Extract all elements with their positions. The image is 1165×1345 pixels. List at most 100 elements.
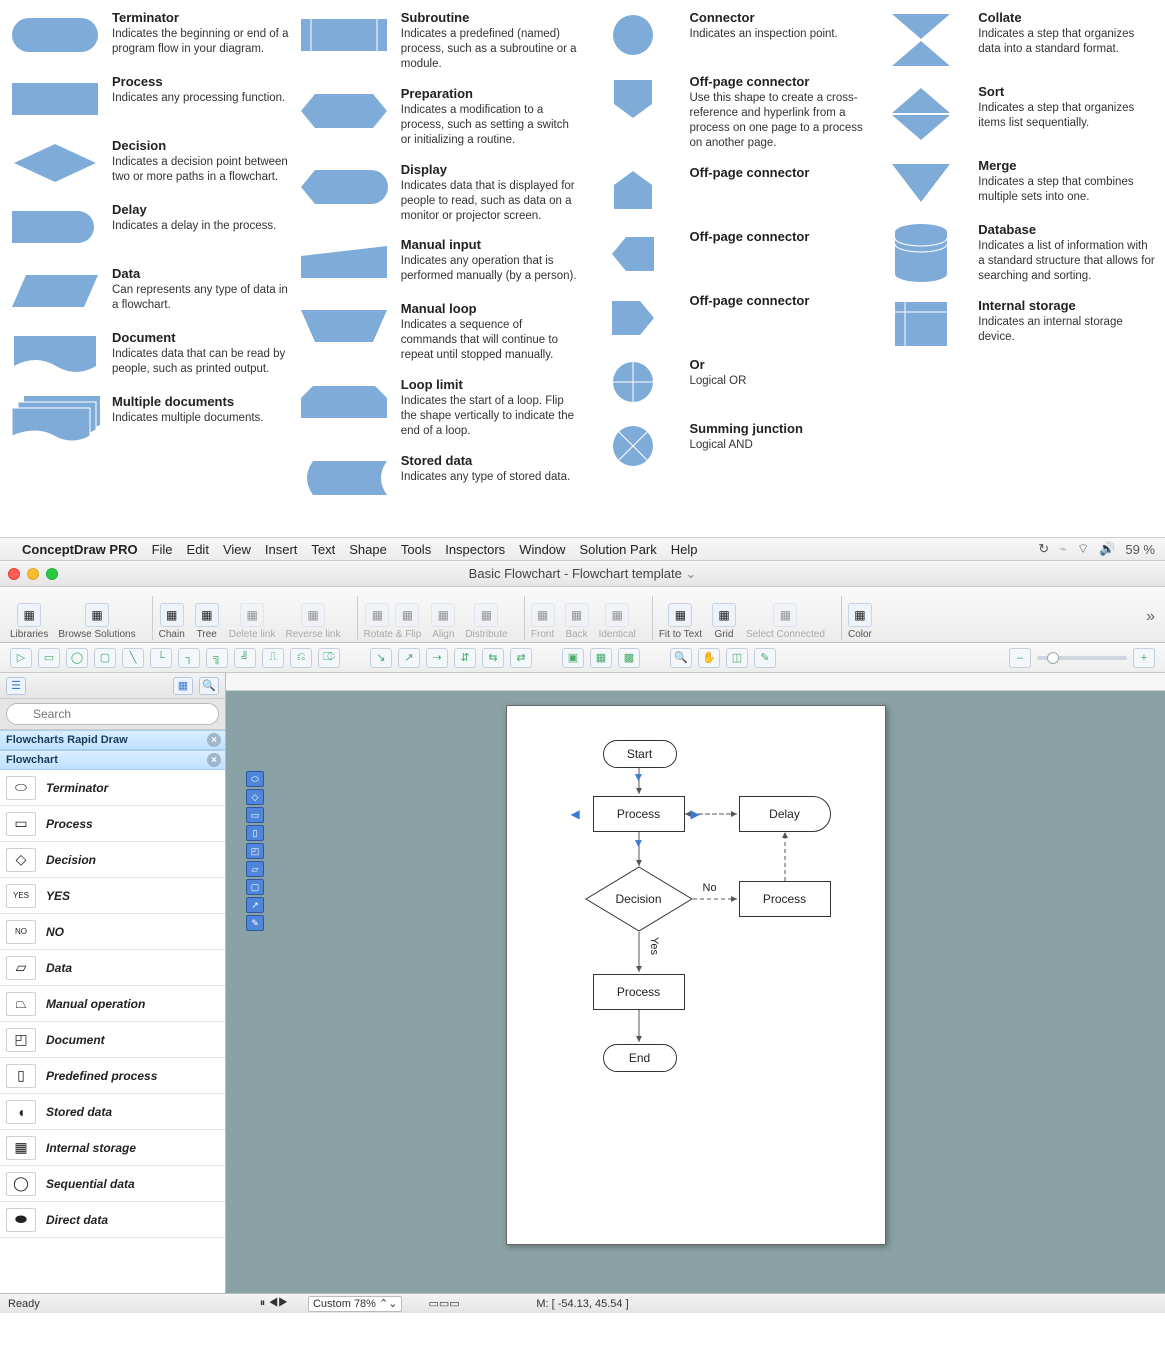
shape-item-document[interactable]: ◰Document — [0, 1022, 225, 1058]
arrow-tool-5[interactable]: ⇆ — [482, 648, 504, 668]
zoom-tool[interactable]: 🔍 — [670, 648, 692, 668]
pal-terminator[interactable]: ⬭ — [246, 771, 264, 787]
node-delay[interactable]: Delay — [739, 796, 831, 832]
node-decision[interactable]: Decision — [585, 866, 693, 932]
connector-tool-7[interactable]: ⎄ — [318, 648, 340, 668]
menu-shape[interactable]: Shape — [349, 542, 387, 557]
node-start[interactable]: Start — [603, 740, 677, 768]
zoom-slider[interactable] — [1037, 656, 1127, 660]
ellipse-tool[interactable]: ◯ — [66, 648, 88, 668]
search-input[interactable] — [6, 703, 219, 725]
rect-tool[interactable]: ▭ — [38, 648, 60, 668]
pointer-tool[interactable]: ▷ — [10, 648, 32, 668]
menu-text[interactable]: Text — [311, 542, 335, 557]
menu-help[interactable]: Help — [671, 542, 698, 557]
arrow-tool-2[interactable]: ↗ — [398, 648, 420, 668]
node-process-2[interactable]: Process — [739, 881, 831, 917]
arrow-tool-4[interactable]: ⇵ — [454, 648, 476, 668]
arrow-tool-6[interactable]: ⇄ — [510, 648, 532, 668]
pal-decision[interactable]: ◇ — [246, 789, 264, 805]
lib-section-flowchart[interactable]: Flowchart× — [0, 750, 225, 770]
timemachine-icon[interactable]: ↻ — [1038, 541, 1049, 557]
group-tool-1[interactable]: ▣ — [562, 648, 584, 668]
eyedropper-tool[interactable]: ✎ — [754, 648, 776, 668]
connector-tool-2[interactable]: ┐ — [178, 648, 200, 668]
connector-tool-1[interactable]: └ — [150, 648, 172, 668]
group-tool-3[interactable]: ▩ — [618, 648, 640, 668]
handle-icon[interactable]: ◀ — [571, 807, 580, 821]
pal-pencil[interactable]: ✎ — [246, 915, 264, 931]
node-end[interactable]: End — [603, 1044, 677, 1072]
search-toggle-icon[interactable]: 🔍 — [199, 677, 219, 695]
toolbar-tree[interactable]: ▦Tree — [195, 603, 219, 640]
pal-process[interactable]: ▭ — [246, 807, 264, 823]
node-process-3[interactable]: Process — [593, 974, 685, 1010]
menu-tools[interactable]: Tools — [401, 542, 431, 557]
pal-document[interactable]: ◰ — [246, 843, 264, 859]
connector-tool-6[interactable]: ⎌ — [290, 648, 312, 668]
handle-icon[interactable]: ▶ — [691, 807, 700, 821]
shape-item-sequential-data[interactable]: ◯Sequential data — [0, 1166, 225, 1202]
pal-subroutine[interactable]: ▯ — [246, 825, 264, 841]
canvas[interactable]: ⬭ ◇ ▭ ▯ ◰ ▱ ▢ ↗ ✎ — [226, 691, 1165, 1293]
battery-percent[interactable]: 59 % — [1125, 542, 1155, 557]
shape-item-predefined-process[interactable]: ▯Predefined process — [0, 1058, 225, 1094]
lib-section-rapid[interactable]: Flowcharts Rapid Draw× — [0, 730, 225, 750]
app-name[interactable]: ConceptDraw PRO — [22, 542, 138, 557]
toolbar-libraries[interactable]: ▦Libraries — [10, 603, 48, 640]
crop-tool[interactable]: ◫ — [726, 648, 748, 668]
node-process-1[interactable]: Process — [593, 796, 685, 832]
toolbar-overflow[interactable]: » — [1146, 608, 1155, 640]
document-title[interactable]: Basic Flowchart - Flowchart template ⌄ — [0, 566, 1165, 582]
bluetooth-icon[interactable]: ⌁ — [1059, 541, 1067, 557]
menu-view[interactable]: View — [223, 542, 251, 557]
ref-display: DisplayIndicates data that is displayed … — [299, 162, 578, 224]
toolbar-chain[interactable]: ▦Chain — [159, 603, 185, 640]
arrow-tool-1[interactable]: ↘ — [370, 648, 392, 668]
shape-item-data[interactable]: ▱Data — [0, 950, 225, 986]
close-section-icon[interactable]: × — [207, 753, 221, 767]
shape-item-stored-data[interactable]: ◖Stored data — [0, 1094, 225, 1130]
connector-tool-5[interactable]: ⎍ — [262, 648, 284, 668]
menu-edit[interactable]: Edit — [187, 542, 209, 557]
grid-view-icon[interactable]: ▦ — [173, 677, 193, 695]
hand-tool[interactable]: ✋ — [698, 648, 720, 668]
arrow-tool-3[interactable]: ⇢ — [426, 648, 448, 668]
panel-mode-icon[interactable]: ☰ — [6, 677, 26, 695]
toolbar-color[interactable]: ▦Color — [848, 603, 872, 640]
page[interactable]: Start ▼ Process ◀ ▶ ▼ Delay Decision No … — [506, 705, 886, 1245]
shape-item-direct-data[interactable]: ⬬Direct data — [0, 1202, 225, 1238]
zoom-out-button[interactable]: – — [1009, 648, 1031, 668]
shape-item-manual-operation[interactable]: ⏢Manual operation — [0, 986, 225, 1022]
zoom-select[interactable]: Custom 78% ⌃⌄ — [308, 1296, 402, 1312]
menu-inspectors[interactable]: Inspectors — [445, 542, 505, 557]
menu-file[interactable]: File — [152, 542, 173, 557]
wifi-icon[interactable]: ⌔ — [1077, 541, 1089, 557]
menu-solution-park[interactable]: Solution Park — [579, 542, 656, 557]
line-tool[interactable]: ╲ — [122, 648, 144, 668]
zoom-in-button[interactable]: + — [1133, 648, 1155, 668]
shape-item-decision[interactable]: ◇Decision — [0, 842, 225, 878]
ref-desc: Indicates the beginning or end of a prog… — [112, 27, 289, 57]
handle-icon[interactable]: ▼ — [633, 836, 645, 850]
menu-insert[interactable]: Insert — [265, 542, 298, 557]
pal-arrow[interactable]: ↗ — [246, 897, 264, 913]
shape-item-terminator[interactable]: ⬭Terminator — [0, 770, 225, 806]
text-tool[interactable]: ▢ — [94, 648, 116, 668]
group-tool-2[interactable]: ▦ — [590, 648, 612, 668]
shape-item-process[interactable]: ▭Process — [0, 806, 225, 842]
close-section-icon[interactable]: × — [207, 733, 221, 747]
toolbar-grid[interactable]: ▦Grid — [712, 603, 736, 640]
shape-item-internal-storage[interactable]: ▦Internal storage — [0, 1130, 225, 1166]
handle-icon[interactable]: ▼ — [633, 770, 645, 784]
shape-item-yes[interactable]: YESYES — [0, 878, 225, 914]
shape-item-no[interactable]: NONO — [0, 914, 225, 950]
pal-display[interactable]: ▢ — [246, 879, 264, 895]
toolbar-browse-solutions[interactable]: ▦Browse Solutions — [58, 603, 135, 640]
connector-tool-3[interactable]: ╗ — [206, 648, 228, 668]
toolbar-fit-to-text[interactable]: ▦Fit to Text — [659, 603, 702, 640]
volume-icon[interactable]: 🔊 — [1099, 541, 1115, 557]
pal-data[interactable]: ▱ — [246, 861, 264, 877]
connector-tool-4[interactable]: ╝ — [234, 648, 256, 668]
menu-window[interactable]: Window — [519, 542, 565, 557]
